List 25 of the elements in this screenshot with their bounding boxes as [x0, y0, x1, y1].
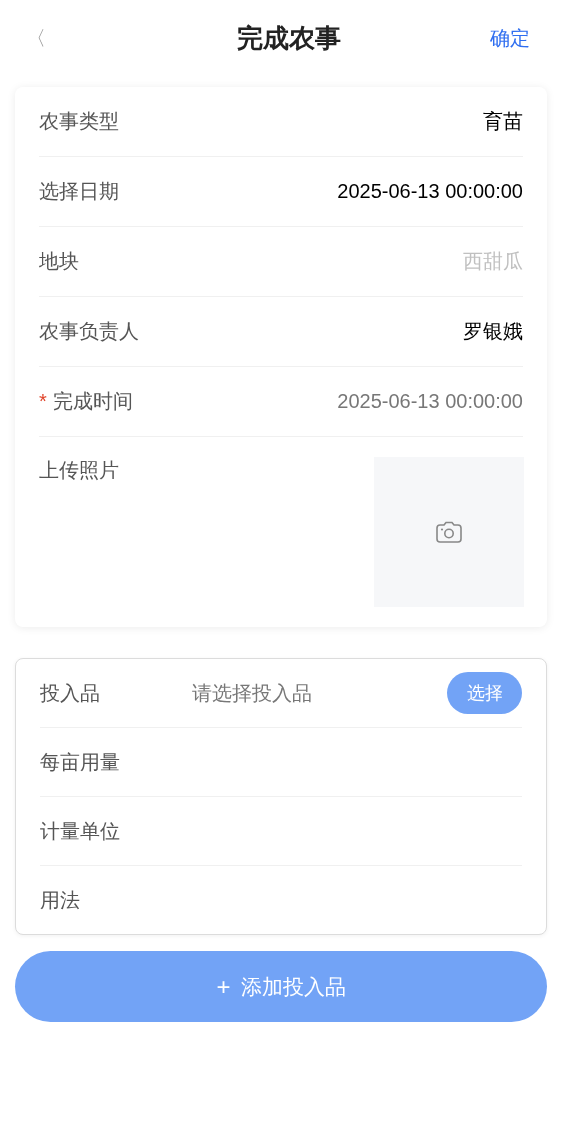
field-label: 完成时间 — [52, 389, 133, 414]
field-label: 每亩用量 — [40, 749, 121, 775]
field-value: 西甜瓜 — [463, 249, 523, 274]
camera-icon — [436, 521, 462, 543]
field-value: 2025-06-13 00:00:00 — [337, 180, 523, 203]
select-button[interactable]: 选择 — [447, 672, 522, 714]
field-label: 计量单位 — [40, 818, 121, 844]
field-label: 用法 — [40, 887, 81, 913]
back-button[interactable]: 〈 — [24, 25, 48, 52]
field-value: 罗银娥 — [463, 319, 523, 344]
confirm-button[interactable]: 确定 — [490, 25, 530, 52]
add-input-button[interactable]: + 添加投入品 — [15, 951, 547, 1022]
page-title: 完成农事 — [237, 22, 341, 55]
photo-uploader[interactable] — [374, 457, 524, 607]
field-label: 农事类型 — [39, 109, 119, 134]
field-label: 地块 — [39, 249, 79, 274]
required-mark: * — [39, 390, 47, 413]
field-label: 上传照片 — [39, 458, 119, 483]
field-label: 投入品 — [40, 680, 101, 706]
field-value: 育苗 — [483, 109, 523, 134]
field-label: 选择日期 — [39, 179, 119, 204]
plus-icon: + — [216, 972, 231, 1001]
field-label: 农事负责人 — [39, 319, 139, 344]
input-field[interactable]: 请选择投入品 — [190, 680, 447, 706]
date-picker[interactable]: 2025-06-13 00:00:00 — [337, 390, 523, 413]
